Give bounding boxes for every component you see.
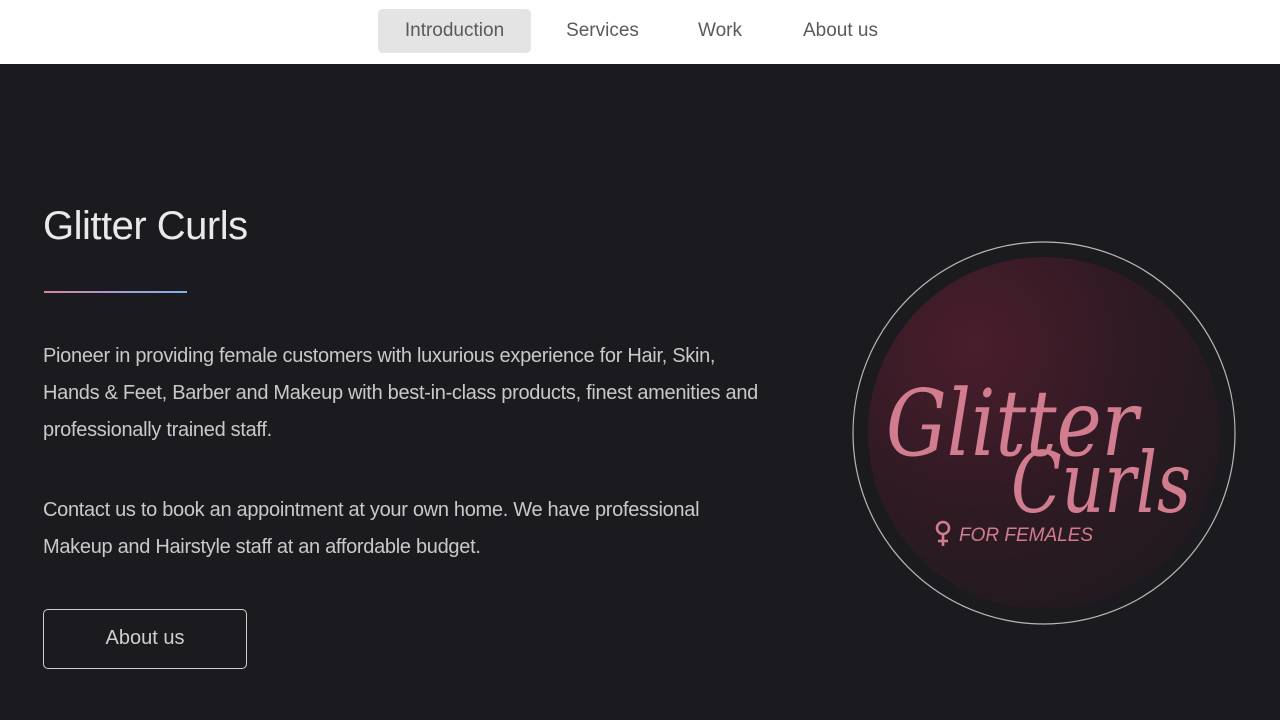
nav-tab-services[interactable]: Services (552, 9, 653, 53)
title-divider (44, 291, 187, 293)
intro-paragraph: Pioneer in providing female customers wi… (43, 345, 758, 441)
nav-tab-about-us[interactable]: About us (788, 9, 893, 53)
hero-section: Glitter Curls Pioneer in providing femal… (0, 64, 1280, 720)
about-us-button[interactable]: About us (43, 609, 247, 669)
logo-tagline: FOR FEMALES (959, 525, 1093, 546)
contact-paragraph: Contact us to book an appointment at you… (43, 499, 700, 558)
hero-title: Glitter Curls (43, 204, 248, 248)
nav-tab-work[interactable]: Work (682, 9, 758, 53)
brand-logo: Glitter Curls FOR FEMALES (851, 240, 1237, 626)
logo-text-line-2: Curls (1011, 434, 1191, 532)
nav-tab-introduction[interactable]: Introduction (378, 9, 531, 53)
top-navbar: Introduction Services Work About us (0, 0, 1280, 64)
